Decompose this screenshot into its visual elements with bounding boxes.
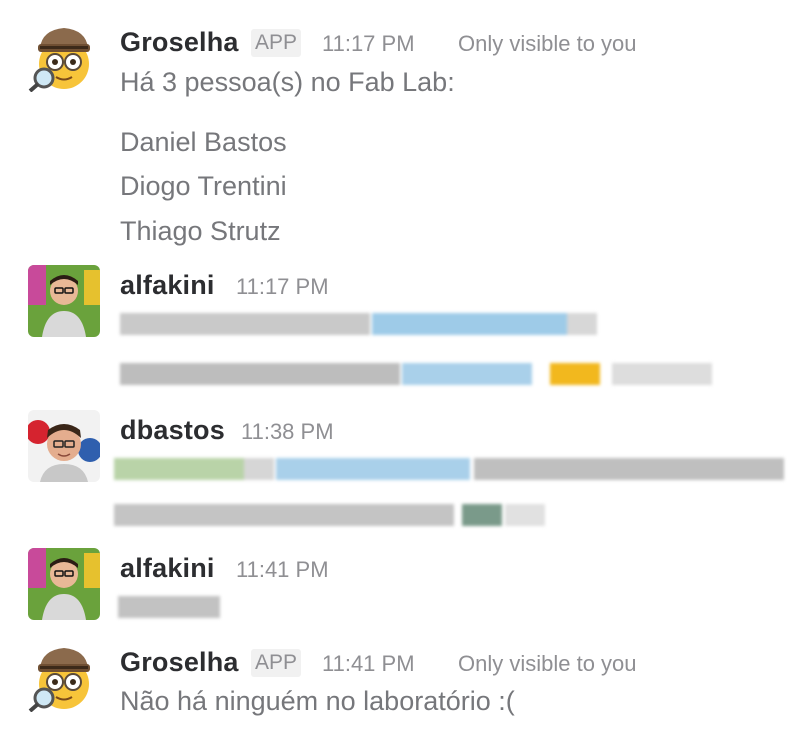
redacted-text [0,504,792,526]
redacted-text [0,313,792,335]
visibility-note: Only visible to you [458,31,637,56]
sender-name[interactable]: alfakini [120,553,215,584]
sender-name[interactable]: Groselha [120,647,239,678]
redacted-text [0,458,792,480]
message-groselha-2: Groselha APP 11:41 PM Only visible to yo… [0,630,792,736]
message-alfakini-2: alfakini 11:41 PM [0,538,792,638]
sender-name[interactable]: dbastos [120,415,225,446]
sender-name[interactable]: Groselha [120,27,239,58]
timestamp[interactable]: 11:17 PM [322,31,415,57]
message-text: Há 3 pessoa(s) no Fab Lab: [120,67,455,97]
message-dbastos: dbastos 11:38 PM [0,400,792,540]
message-text: Não há ninguém no laboratório :( [120,686,515,716]
timestamp[interactable]: 11:41 PM [322,651,415,677]
redacted-text [0,363,792,385]
detective-emoji-icon[interactable] [28,20,100,93]
detective-emoji-icon[interactable] [28,640,100,713]
visibility-note: Only visible to you [458,651,637,676]
app-badge: APP [251,29,302,57]
message-groselha-1: Groselha APP 11:17 PM Only visible to yo… [0,0,792,260]
timestamp[interactable]: 11:17 PM [236,274,329,300]
timestamp[interactable]: 11:41 PM [236,557,329,583]
redacted-text [0,596,792,618]
person-name: Daniel Bastos [120,127,287,157]
app-badge: APP [251,649,302,677]
person-name: Diogo Trentini [120,171,287,201]
message-alfakini-1: alfakini 11:17 PM [0,255,792,395]
sender-name[interactable]: alfakini [120,270,215,301]
person-name: Thiago Strutz [120,216,281,246]
timestamp[interactable]: 11:38 PM [241,419,334,445]
